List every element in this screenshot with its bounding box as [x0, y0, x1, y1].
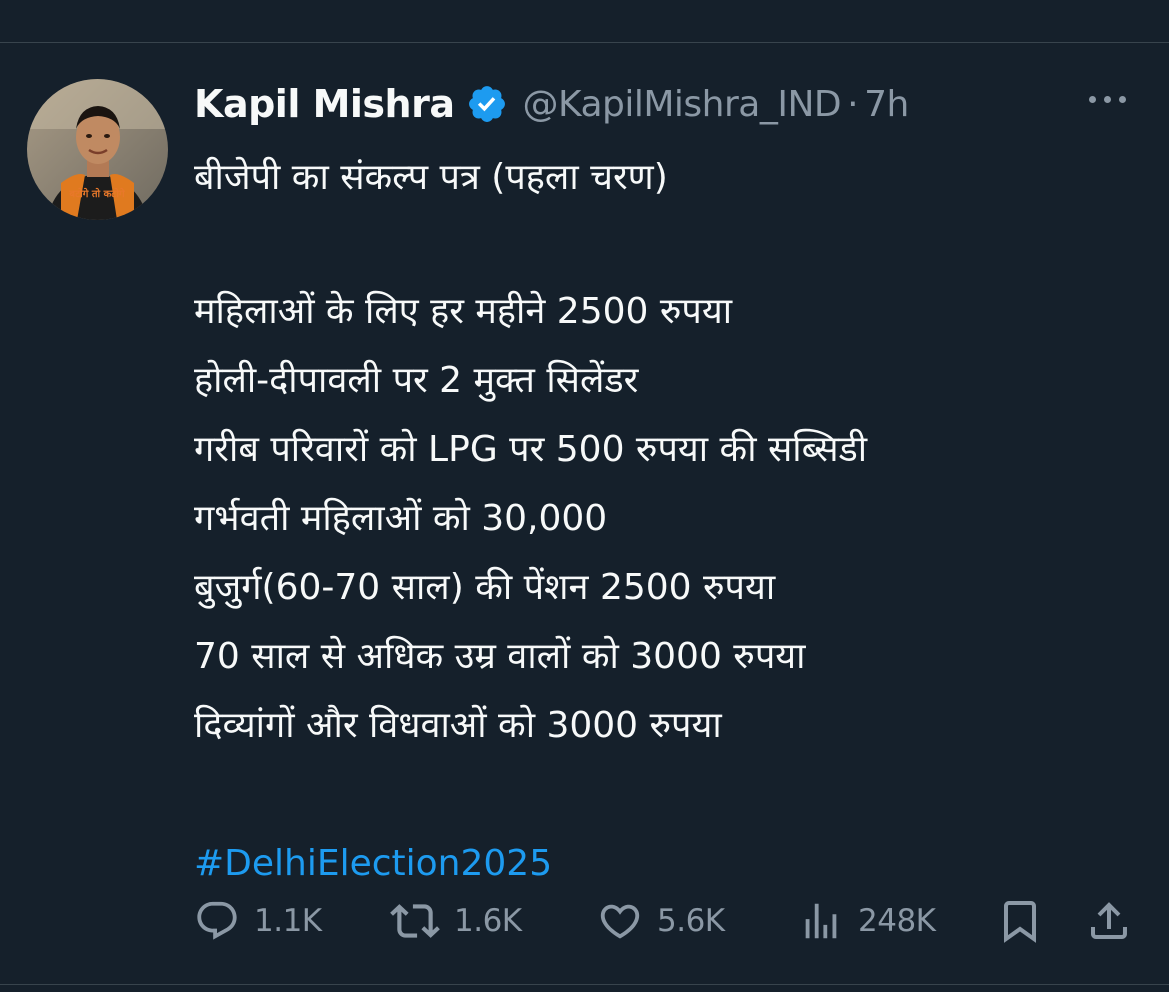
hashtag-link[interactable]: #DelhiElection2025 [194, 829, 1134, 898]
share-icon [1085, 897, 1133, 945]
reply-count: 1.1K [254, 903, 322, 939]
views-count: 248K [858, 903, 936, 939]
tweet[interactable]: बटोगे तो कटोगे Kapil Mishra @KapilMishra… [0, 43, 1169, 984]
more-icon[interactable] [1089, 89, 1133, 109]
views-button[interactable]: 248K [798, 893, 936, 949]
repost-count: 1.6K [454, 903, 522, 939]
tweet-timestamp[interactable]: 7h [864, 84, 909, 125]
avatar[interactable]: बटोगे तो कटोगे [27, 79, 168, 220]
tweet-actions: 1.1K 1.6K 5.6K 248K [194, 893, 1140, 949]
verified-badge-icon [466, 83, 508, 125]
views-icon [798, 898, 844, 944]
avatar-shirt-text: बटोगे तो कटोगे [68, 187, 125, 200]
reply-button[interactable]: 1.1K [194, 893, 322, 949]
tweet-line: 70 साल से अधिक उम्र वालों को 3000 रुपया [194, 636, 806, 677]
like-button[interactable]: 5.6K [597, 893, 725, 949]
tweet-line: गर्भवती महिलाओं को 30,000 [194, 498, 608, 539]
tweet-line: गरीब परिवारों को LPG पर 500 रुपया की सब्… [194, 429, 868, 470]
like-icon [597, 898, 643, 944]
tweet-title: बीजेपी का संकल्प पत्र (पहला चरण) [194, 157, 668, 198]
tweet-line: दिव्यांगों और विधवाओं को 3000 रुपया [194, 705, 722, 746]
tweet-header: Kapil Mishra @KapilMishra_IND · 7h [194, 79, 909, 129]
author-handle[interactable]: @KapilMishra_IND [522, 84, 841, 125]
like-count: 5.6K [657, 903, 725, 939]
tweet-line: होली-दीपावली पर 2 मुक्त सिलेंडर [194, 360, 639, 401]
tweet-text: बीजेपी का संकल्प पत्र (पहला चरण) महिलाओं… [194, 143, 1134, 898]
author-display-name[interactable]: Kapil Mishra [194, 82, 455, 126]
separator-dot: · [847, 83, 859, 125]
repost-icon [390, 896, 440, 946]
bottom-divider [0, 984, 1169, 985]
tweet-line: बुजुर्ग(60-70 साल) की पेंशन 2500 रुपया [194, 567, 776, 608]
share-button[interactable] [1085, 893, 1133, 949]
bookmark-button[interactable] [996, 893, 1044, 949]
repost-button[interactable]: 1.6K [390, 893, 522, 949]
tweet-line: महिलाओं के लिए हर महीने 2500 रुपया [194, 291, 733, 332]
bookmark-icon [996, 897, 1044, 945]
reply-icon [194, 898, 240, 944]
